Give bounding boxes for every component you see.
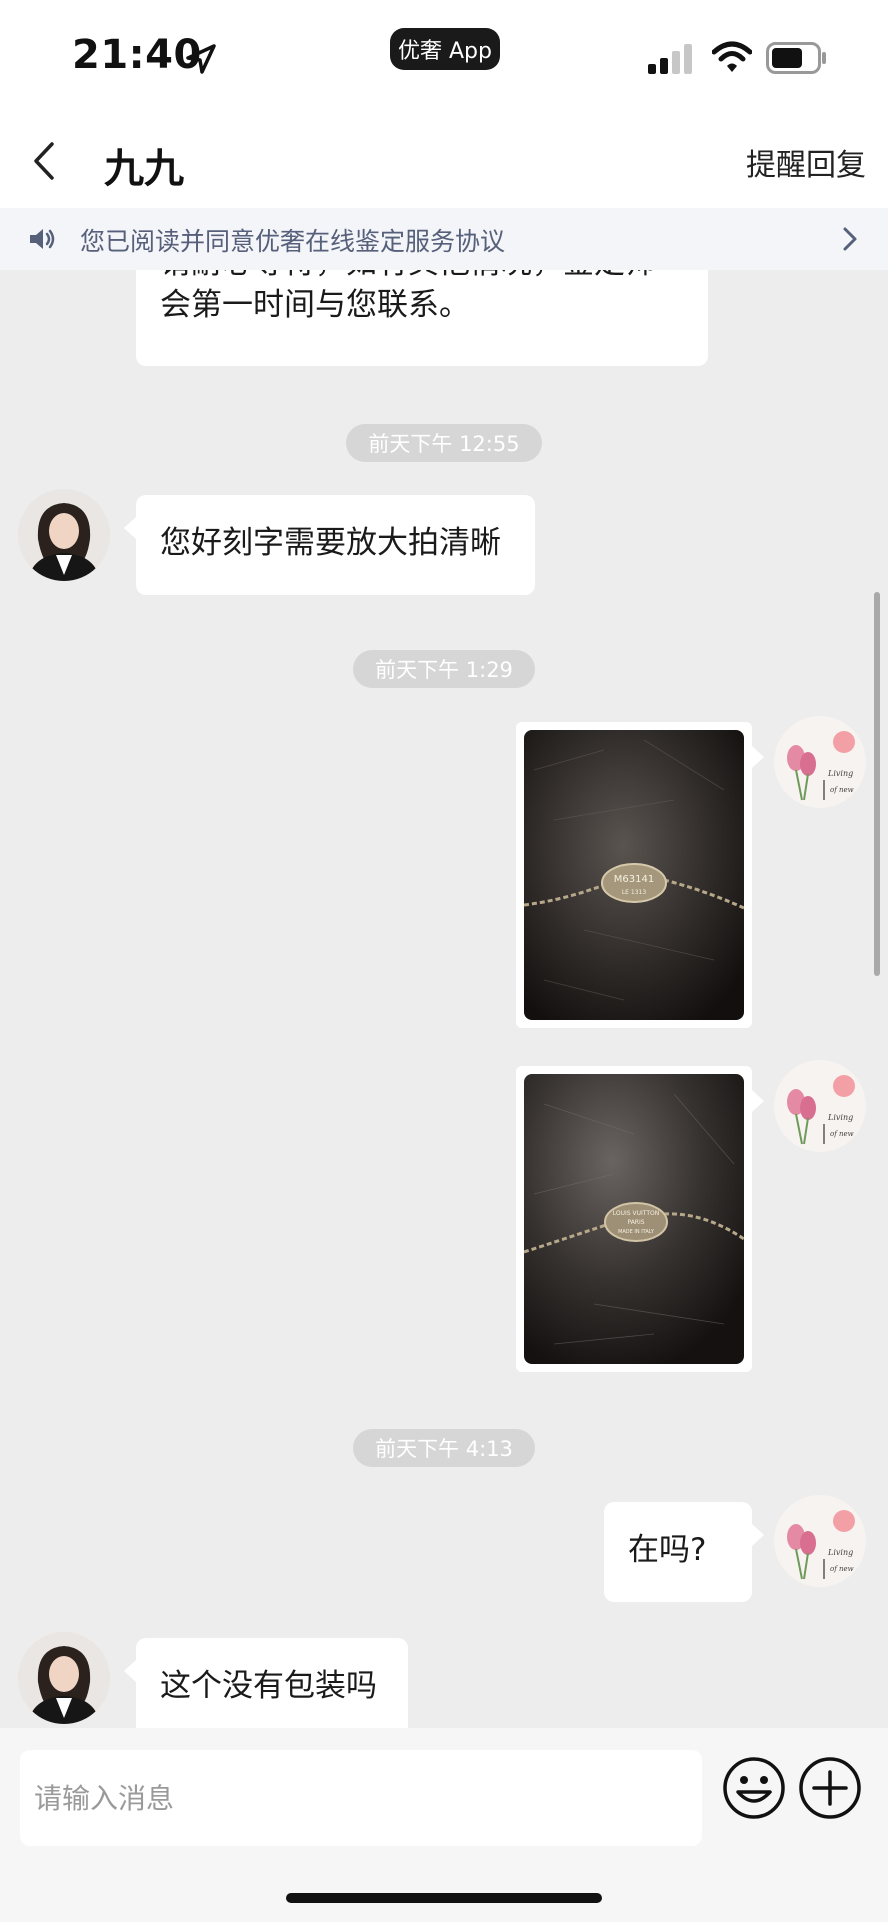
user-avatar[interactable]: Living of new (774, 716, 866, 808)
notice-text: 您已阅读并同意优奢在线鉴定服务协议 (80, 227, 506, 256)
message-timestamp: 前天下午 1:29 (353, 650, 535, 688)
message-text-line: 请耐心等待，如有其他情况，鉴定师 (160, 270, 684, 284)
emoji-icon[interactable] (722, 1756, 786, 1820)
avatar-caption: Living (827, 1113, 853, 1122)
location-arrow-icon (186, 44, 216, 74)
wifi-icon (712, 41, 752, 72)
remind-reply-button[interactable]: 提醒回复 (746, 140, 866, 184)
user-avatar[interactable]: Living of new (774, 1495, 866, 1587)
necklace-photo[interactable]: M63141 LE 1313 (524, 730, 744, 1020)
engraving-text: LOUIS VUITTON (613, 1210, 659, 1217)
message-bubble-partial: 请耐心等待，如有其他情况，鉴定师 会第一时间与您联系。 (136, 270, 708, 366)
speaker-icon (30, 229, 55, 249)
message-bubble-sent[interactable]: 在吗? (604, 1502, 764, 1602)
message-text: 在吗? (628, 1532, 707, 1568)
chat-message-list[interactable]: 请耐心等待，如有其他情况，鉴定师 会第一时间与您联系。 前天下午 12:55 您… (0, 270, 888, 1730)
message-bubble-received[interactable]: 您好刻字需要放大拍清晰 (124, 495, 535, 595)
chevron-right-icon (843, 227, 857, 251)
engraving-text: MADE IN ITALY (618, 1229, 655, 1235)
agent-avatar[interactable] (18, 1632, 110, 1724)
home-indicator[interactable] (286, 1893, 602, 1903)
engraving-text: PARIS (627, 1219, 644, 1226)
agent-avatar[interactable] (18, 489, 110, 581)
status-bar: 21:40 优奢 App (0, 0, 888, 118)
message-bubble-received[interactable]: 这个没有包装吗 (124, 1638, 408, 1730)
message-timestamp: 前天下午 12:55 (346, 424, 542, 462)
engraving-text: M63141 (614, 874, 654, 885)
avatar-caption: of new (830, 786, 854, 794)
avatar-caption: Living (827, 769, 853, 778)
page-title: 九九 (104, 146, 184, 192)
agreement-notice-bar[interactable]: 您已阅读并同意优奢在线鉴定服务协议 (0, 208, 888, 270)
engraving-text: LE 1313 (622, 889, 646, 896)
avatar-caption: Living (827, 1548, 853, 1557)
message-input[interactable] (20, 1750, 702, 1846)
add-icon[interactable] (798, 1756, 862, 1820)
avatar-caption: of new (830, 1565, 854, 1573)
app-back-pill[interactable]: 优奢 App (390, 28, 500, 70)
necklace-photo[interactable]: LOUIS VUITTON PARIS MADE IN ITALY (524, 1074, 744, 1364)
battery-icon (766, 42, 826, 74)
user-avatar[interactable]: Living of new (774, 1060, 866, 1152)
message-text: 这个没有包装吗 (160, 1668, 377, 1704)
message-timestamp: 前天下午 4:13 (353, 1429, 535, 1467)
nav-bar: 九九 提醒回复 (0, 118, 888, 208)
message-text: 您好刻字需要放大拍清晰 (160, 525, 501, 561)
chat-scrollbar[interactable] (874, 592, 880, 976)
image-message[interactable]: M63141 LE 1313 (516, 722, 764, 1028)
cellular-signal-icon (648, 44, 692, 74)
avatar-caption: of new (830, 1130, 854, 1138)
image-message[interactable]: LOUIS VUITTON PARIS MADE IN ITALY (516, 1066, 764, 1372)
back-chevron-icon[interactable] (26, 136, 62, 186)
message-text-line: 会第一时间与您联系。 (160, 287, 470, 323)
chat-screen: 21:40 优奢 App 九九 提醒回复 您已阅读并同意优奢在线鉴定服务协议 会… (0, 0, 888, 1922)
